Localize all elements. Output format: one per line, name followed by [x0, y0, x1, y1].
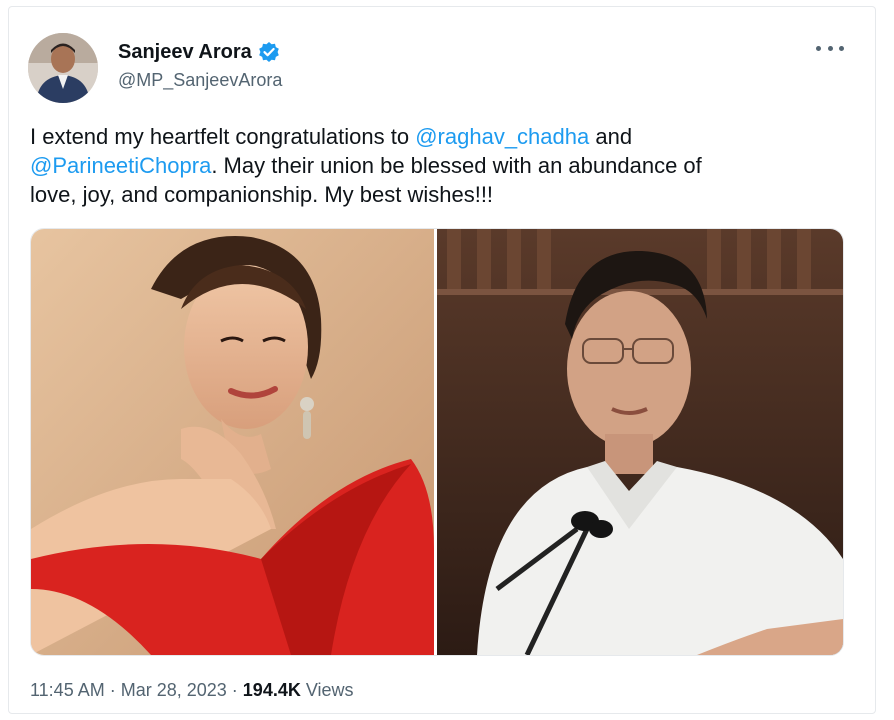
tweet-media[interactable]	[30, 228, 844, 656]
tweet-text-part: love, joy, and companionship. My best wi…	[30, 182, 494, 207]
author-name[interactable]: Sanjeev Arora	[118, 41, 252, 64]
views-label: Views	[300, 680, 354, 700]
tweet-text-part: I extend my heartfelt congratulations to	[30, 124, 416, 149]
avatar[interactable]	[28, 33, 98, 103]
woman-in-red-dress-photo[interactable]	[31, 229, 434, 655]
man-speaking-at-microphone-photo[interactable]	[437, 229, 843, 655]
author-handle[interactable]: @MP_SanjeevArora	[118, 70, 282, 91]
views-count[interactable]: 194.4K	[243, 680, 301, 700]
more-options-icon[interactable]	[816, 38, 844, 58]
tweet-text: I extend my heartfelt congratulations to…	[30, 122, 830, 209]
tweet-date[interactable]: Mar 28, 2023	[121, 680, 227, 700]
mention-parineeti-chopra[interactable]: @ParineetiChopra	[30, 153, 211, 178]
author-row: Sanjeev Arora	[118, 40, 280, 64]
tweet-text-part: . May their union be blessed with an abu…	[211, 153, 702, 178]
tweet-text-part: and	[589, 124, 633, 149]
verified-badge-icon	[258, 41, 280, 63]
mention-raghav-chadha[interactable]: @raghav_chadha	[415, 124, 589, 149]
tweet-meta: 11:45 AM · Mar 28, 2023 · 194.4K Views	[30, 680, 354, 701]
meta-separator: ·	[104, 680, 121, 700]
meta-separator: ·	[226, 680, 243, 700]
tweet-time[interactable]: 11:45 AM	[30, 680, 105, 700]
